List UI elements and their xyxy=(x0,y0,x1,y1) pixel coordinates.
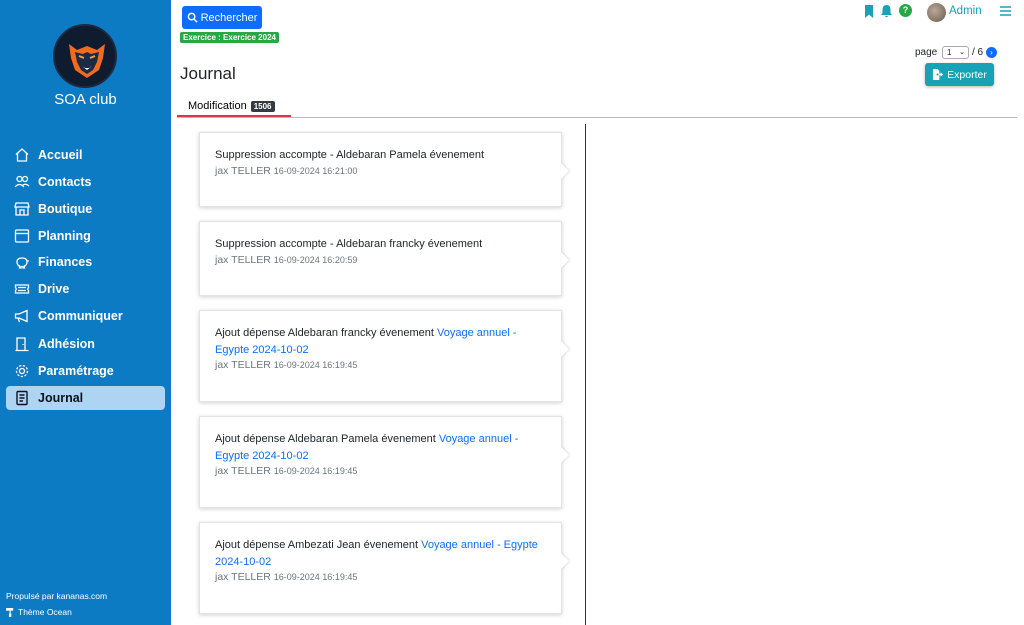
entry-author: jax TELLER xyxy=(215,465,271,477)
sidebar-item-adhesion[interactable]: Adhésion xyxy=(6,332,165,356)
sidebar-item-contacts[interactable]: Contacts xyxy=(6,170,165,194)
gear-icon xyxy=(15,364,29,378)
user-name[interactable]: Admin xyxy=(949,5,982,17)
entry-description: Suppression accompte - Aldebaran Pamela … xyxy=(215,149,485,161)
sidebar-item-label: Communiquer xyxy=(38,309,123,324)
club-logo[interactable] xyxy=(53,24,117,88)
tab-divider xyxy=(177,117,1017,118)
timeline-line xyxy=(585,124,586,625)
page-title: Journal xyxy=(180,64,236,83)
search-button[interactable]: Rechercher xyxy=(182,6,262,29)
entry-description: Ajout dépense Aldebaran Pamela évenement xyxy=(215,433,436,445)
entry-timestamp: 16-09-2024 16:19:45 xyxy=(273,466,358,476)
journal-entry: Suppression accompte - Aldebaran francky… xyxy=(199,221,562,296)
exercice-badge[interactable]: Exercice : Exercice 2024 xyxy=(180,32,279,43)
sidebar-item-label: Accueil xyxy=(38,148,83,162)
entry-text: Ajout dépense Ambezati Jean évenement Vo… xyxy=(215,537,547,570)
export-button[interactable]: Exporter xyxy=(925,63,994,86)
entry-meta: jax TELLER 16-09-2024 16:20:59 xyxy=(215,254,547,266)
tab-count-badge: 1506 xyxy=(250,101,275,112)
entry-description: Suppression accompte - Aldebaran francky… xyxy=(215,238,483,250)
sidebar-item-label: Boutique xyxy=(38,201,93,216)
sidebar-item-finances[interactable]: Finances xyxy=(6,250,165,274)
tab-modification[interactable]: Modification 1506 xyxy=(177,100,291,117)
page-select-value: 1 xyxy=(947,48,952,57)
entry-timestamp: 16-09-2024 16:19:45 xyxy=(273,572,358,582)
entry-meta: jax TELLER 16-09-2024 16:19:45 xyxy=(215,571,547,583)
sidebar-item-label: Adhésion xyxy=(38,337,95,352)
sidebar-item-label: Finances xyxy=(38,255,93,270)
entry-meta: jax TELLER 16-09-2024 16:19:45 xyxy=(215,359,547,371)
page-select[interactable]: 1 ⌄ xyxy=(942,46,969,59)
home-icon xyxy=(15,148,29,162)
journal-entry: Ajout dépense Aldebaran francky évenemen… xyxy=(199,310,562,402)
theme-label: Thème Ocean xyxy=(18,607,72,617)
sidebar: SOA club Accueil Contacts Boutique Plann… xyxy=(0,0,171,625)
journal-entry: Suppression accompte - Aldebaran Pamela … xyxy=(199,132,562,207)
entry-text: Ajout dépense Aldebaran francky évenemen… xyxy=(215,325,547,358)
calendar-icon xyxy=(14,228,30,243)
sidebar-item-accueil[interactable]: Accueil xyxy=(6,143,165,167)
journal-entry: Ajout dépense Ambezati Jean évenement Vo… xyxy=(199,522,562,614)
export-label: Exporter xyxy=(947,68,987,81)
sidebar-item-label: Paramétrage xyxy=(38,363,114,378)
search-label: Rechercher xyxy=(200,11,258,24)
sidebar-item-parametrage[interactable]: Paramétrage xyxy=(6,359,165,383)
users-icon xyxy=(14,175,30,188)
journal-entry: Ajout dépense Aldebaran Pamela évenement… xyxy=(199,416,562,508)
sidebar-item-label: Planning xyxy=(38,228,91,243)
theme-selector[interactable]: Thème Ocean xyxy=(6,607,72,617)
entry-timestamp: 16-09-2024 16:21:00 xyxy=(273,165,358,176)
chevron-down-icon: ⌄ xyxy=(959,49,965,56)
entry-text: Suppression accompte - Aldebaran francky… xyxy=(215,236,547,253)
entry-author: jax TELLER xyxy=(215,571,271,583)
tab-label: Modification xyxy=(188,100,247,112)
sidebar-item-journal[interactable]: Journal xyxy=(6,385,165,410)
avatar[interactable] xyxy=(927,3,946,22)
help-icon[interactable]: ? xyxy=(899,4,912,17)
sidebar-item-label: Drive xyxy=(38,282,70,297)
search-icon xyxy=(187,12,198,23)
export-file-icon xyxy=(933,69,944,80)
paint-roller-icon xyxy=(6,607,14,617)
ticket-icon xyxy=(14,284,30,294)
megaphone-icon xyxy=(14,309,28,323)
page-label: page xyxy=(915,47,938,58)
club-name: SOA club xyxy=(54,91,117,108)
shop-icon xyxy=(14,202,30,216)
sidebar-item-label: Journal xyxy=(38,390,84,405)
sidebar-item-drive[interactable]: Drive xyxy=(6,277,165,301)
sidebar-item-planning[interactable]: Planning xyxy=(6,224,165,248)
entry-author: jax TELLER xyxy=(215,164,271,177)
door-icon xyxy=(15,337,29,352)
entry-text: Ajout dépense Aldebaran Pamela évenement… xyxy=(215,431,547,464)
entry-author: jax TELLER xyxy=(215,359,271,371)
sidebar-nav: Accueil Contacts Boutique Planning Finan… xyxy=(6,143,165,413)
entry-description: Ajout dépense Ambezati Jean évenement xyxy=(215,539,419,551)
entry-meta: jax TELLER 16-09-2024 16:21:00 xyxy=(215,165,547,177)
entry-author: jax TELLER xyxy=(215,253,271,266)
powered-by[interactable]: Propulsé par kananas.com xyxy=(6,591,107,601)
entry-meta: jax TELLER 16-09-2024 16:19:45 xyxy=(215,465,547,477)
entry-timestamp: 16-09-2024 16:19:45 xyxy=(273,360,358,370)
entry-text: Suppression accompte - Aldebaran Pamela … xyxy=(215,147,547,164)
bell-icon[interactable] xyxy=(880,4,893,18)
sidebar-item-communiquer[interactable]: Communiquer xyxy=(6,304,165,328)
journal-icon xyxy=(16,390,28,405)
entry-timestamp: 16-09-2024 16:20:59 xyxy=(273,254,358,265)
entry-description: Ajout dépense Aldebaran francky évenemen… xyxy=(215,327,434,339)
next-page-icon[interactable]: › xyxy=(986,47,997,58)
bookmark-icon[interactable] xyxy=(864,5,874,18)
piggy-bank-icon xyxy=(16,257,29,270)
sidebar-item-boutique[interactable]: Boutique xyxy=(6,197,165,221)
hamburger-menu-icon[interactable] xyxy=(1000,6,1011,16)
sidebar-item-label: Contacts xyxy=(38,174,92,189)
page-total: / 6 xyxy=(972,47,984,58)
